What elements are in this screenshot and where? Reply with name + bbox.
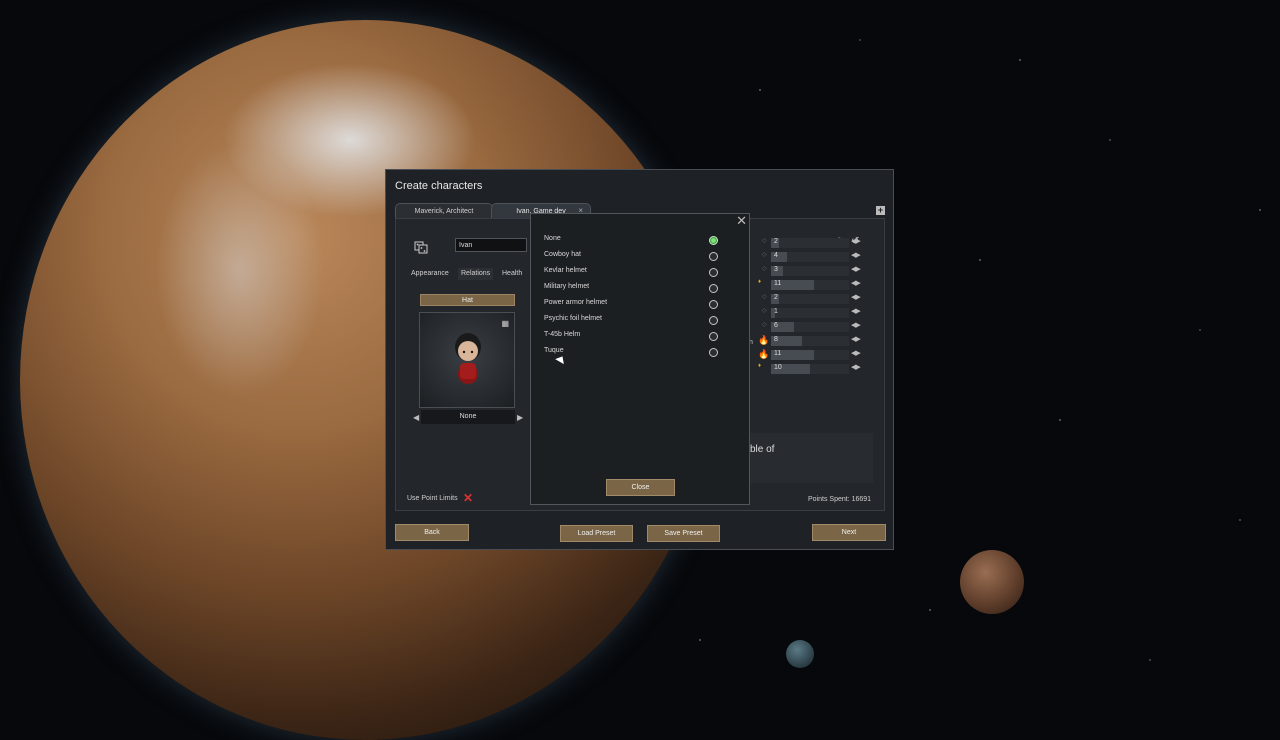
next-button[interactable]: Next: [812, 524, 886, 541]
skill-row: ◇ 2 ◀▶: [752, 237, 862, 249]
skill-value: 1: [774, 308, 778, 315]
tab-label: Maverick, Architect: [414, 208, 474, 215]
character-portrait: ▦: [419, 312, 515, 408]
small-moon: [786, 640, 814, 668]
hat-option-label[interactable]: Power armor helmet: [544, 299, 607, 306]
skill-row: ◇ 1 ◀▶: [752, 307, 862, 319]
back-button[interactable]: Back: [395, 524, 469, 541]
skill-adjust-arrows[interactable]: ◀▶: [851, 279, 861, 287]
passion-icon[interactable]: 🔥: [758, 349, 769, 360]
skill-bar: [771, 252, 849, 262]
window-title: Create characters: [395, 180, 483, 192]
skill-bar: [771, 364, 849, 374]
skill-row: ♦ 11 ◀▶: [752, 279, 862, 291]
hat-option-label[interactable]: T-45b Helm: [544, 331, 580, 338]
no-passion-icon[interactable]: ◇: [762, 251, 767, 258]
add-character-icon[interactable]: +: [876, 206, 885, 215]
use-point-limits-label: Use Point Limits: [407, 495, 458, 502]
randomize-icon[interactable]: [414, 240, 428, 254]
skill-adjust-arrows[interactable]: ◀▶: [851, 349, 861, 357]
skill-adjust-arrows[interactable]: ◀▶: [851, 251, 861, 259]
skill-bar: [771, 266, 849, 276]
passion-icon[interactable]: ♦: [758, 363, 761, 369]
skill-row: 🔥 11 ◀▶: [752, 349, 862, 361]
hat-option-radio[interactable]: [709, 268, 718, 277]
skill-bar: [771, 336, 849, 346]
prev-hat-icon[interactable]: ◀: [413, 413, 419, 422]
no-passion-icon[interactable]: ◇: [762, 237, 767, 244]
save-preset-button[interactable]: Save Preset: [647, 525, 720, 542]
passion-icon[interactable]: 🔥: [758, 335, 769, 346]
close-icon[interactable]: ✕: [736, 213, 747, 229]
skill-value: 10: [774, 364, 782, 371]
hat-option-label[interactable]: Cowboy hat: [544, 251, 581, 258]
subtab-health[interactable]: Health: [499, 268, 525, 280]
skill-adjust-arrows[interactable]: ◀▶: [851, 321, 861, 329]
skill-row: 🔥 8 ◀▶: [752, 335, 862, 347]
use-point-limits-toggle[interactable]: ✕: [463, 491, 473, 505]
hat-option-radio[interactable]: [709, 300, 718, 309]
skill-bar: [771, 294, 849, 304]
skill-adjust-arrows[interactable]: ◀▶: [851, 237, 861, 245]
hat-option-radio[interactable]: [709, 316, 718, 325]
subtab-appearance[interactable]: Appearance: [408, 268, 452, 280]
hat-option-radio[interactable]: [709, 348, 718, 357]
skill-bar: [771, 238, 849, 248]
tab-maverick[interactable]: Maverick, Architect: [395, 203, 493, 219]
skill-value: 8: [774, 336, 778, 343]
hat-option-label[interactable]: Military helmet: [544, 283, 589, 290]
skill-value: 2: [774, 238, 778, 245]
close-button[interactable]: Close: [606, 479, 675, 496]
hat-option-label[interactable]: None: [544, 235, 561, 242]
skill-row: ◇ 2 ◀▶: [752, 293, 862, 305]
hat-button[interactable]: Hat: [420, 294, 515, 306]
skill-bar: [771, 350, 849, 360]
skill-adjust-arrows[interactable]: ◀▶: [851, 265, 861, 273]
hat-option-radio[interactable]: [709, 236, 718, 245]
pawn-icon: [455, 333, 481, 384]
description-box: [738, 433, 873, 483]
skill-adjust-arrows[interactable]: ◀▶: [851, 293, 861, 301]
no-passion-icon[interactable]: ◇: [762, 321, 767, 328]
skill-value: 4: [774, 252, 778, 259]
load-preset-button[interactable]: Load Preset: [560, 525, 633, 542]
no-passion-icon[interactable]: ◇: [762, 307, 767, 314]
skill-adjust-arrows[interactable]: ◀▶: [851, 307, 861, 315]
hat-option-label[interactable]: Tuque: [544, 347, 564, 354]
name-input[interactable]: Ivan: [455, 238, 527, 252]
skill-value: 11: [774, 280, 782, 287]
next-hat-icon[interactable]: ▶: [517, 413, 523, 422]
description-text: ble of: [750, 444, 775, 455]
skill-bar: [771, 308, 849, 318]
skill-value: 6: [774, 322, 778, 329]
hat-option-radio[interactable]: [709, 284, 718, 293]
skill-row: ◇ 6 ◀▶: [752, 321, 862, 333]
skill-row: ♦ 10 ◀▶: [752, 363, 862, 375]
hat-option-radio[interactable]: [709, 252, 718, 261]
skill-bar: [771, 280, 849, 290]
no-passion-icon[interactable]: ◇: [762, 265, 767, 272]
moon: [960, 550, 1024, 614]
hat-option-label[interactable]: Kevlar helmet: [544, 267, 587, 274]
hat-value: None: [421, 410, 515, 424]
passion-icon[interactable]: ♦: [758, 279, 761, 285]
randomize-appearance-icon[interactable]: ▦: [501, 319, 509, 328]
skill-bar: [771, 322, 849, 332]
skill-adjust-arrows[interactable]: ◀▶: [851, 335, 861, 343]
no-passion-icon[interactable]: ◇: [762, 293, 767, 300]
skill-adjust-arrows[interactable]: ◀▶: [851, 363, 861, 371]
hat-option-radio[interactable]: [709, 332, 718, 341]
subtab-relations[interactable]: Relations: [458, 268, 494, 280]
skill-row: ◇ 4 ◀▶: [752, 251, 862, 263]
skill-value: 2: [774, 294, 778, 301]
skill-value: 11: [774, 350, 782, 357]
skill-value: 3: [774, 266, 778, 273]
points-spent: Points Spent: 16691: [808, 496, 872, 503]
hat-option-label[interactable]: Psychic foil helmet: [544, 315, 602, 322]
skill-row: ◇ 3 ◀▶: [752, 265, 862, 277]
